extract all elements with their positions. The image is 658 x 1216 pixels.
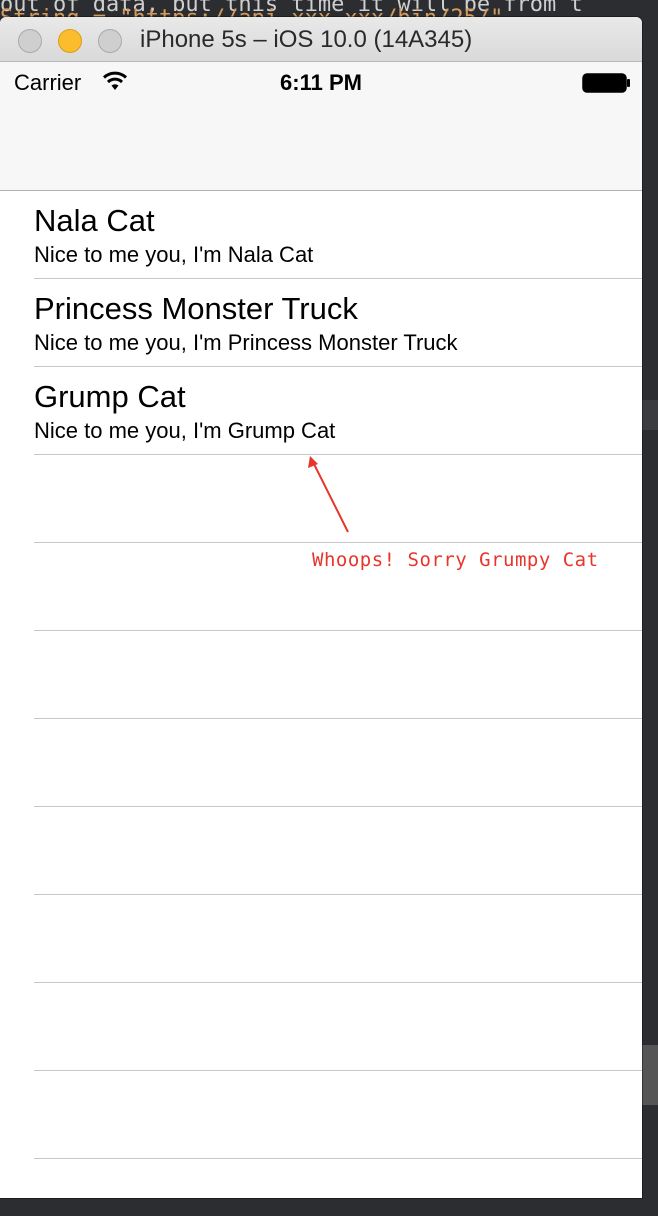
row-title: Grump Cat xyxy=(34,379,186,414)
row-subtitle: Nice to me you, I'm Princess Monster Tru… xyxy=(34,330,458,355)
table-row-empty xyxy=(0,719,642,807)
table-row[interactable]: Nala Cat Nice to me you, I'm Nala Cat xyxy=(0,191,642,279)
row-subtitle: Nice to me you, I'm Grump Cat xyxy=(34,418,336,443)
background-editor-strip xyxy=(642,400,658,430)
simulator-window: iPhone 5s – iOS 10.0 (14A345) Carrier 6:… xyxy=(0,17,642,1198)
row-title: Nala Cat xyxy=(34,203,155,238)
table-row-empty xyxy=(0,631,642,719)
annotation-text: Whoops! Sorry Grumpy Cat xyxy=(312,549,599,571)
table-row[interactable]: Grump Cat Nice to me you, I'm Grump Cat xyxy=(0,367,642,455)
window-titlebar: iPhone 5s – iOS 10.0 (14A345) xyxy=(0,17,642,62)
window-title: iPhone 5s – iOS 10.0 (14A345) xyxy=(140,26,473,53)
row-subtitle: Nice to me you, I'm Nala Cat xyxy=(34,242,314,267)
battery-icon xyxy=(582,73,630,93)
table-row-empty xyxy=(0,983,642,1071)
row-title: Princess Monster Truck xyxy=(34,291,358,326)
background-editor-strip xyxy=(642,1045,658,1105)
close-window-button[interactable] xyxy=(18,29,42,53)
table-row-empty xyxy=(0,895,642,983)
table-row-empty xyxy=(0,1071,642,1159)
annotation-arrow-icon xyxy=(308,456,349,533)
minimize-window-button[interactable] xyxy=(58,29,82,53)
navigation-bar: Carrier 6:11 PM xyxy=(0,62,642,191)
table-view[interactable]: Nala Cat Nice to me you, I'm Nala Cat Pr… xyxy=(0,191,642,1159)
table-row[interactable]: Princess Monster Truck Nice to me you, I… xyxy=(0,279,642,367)
status-time: 6:11 PM xyxy=(280,70,362,95)
zoom-window-button[interactable] xyxy=(98,29,122,53)
ios-screen: Carrier 6:11 PM Nala Cat Nice to me you,… xyxy=(0,62,642,1198)
table-row-empty xyxy=(0,807,642,895)
